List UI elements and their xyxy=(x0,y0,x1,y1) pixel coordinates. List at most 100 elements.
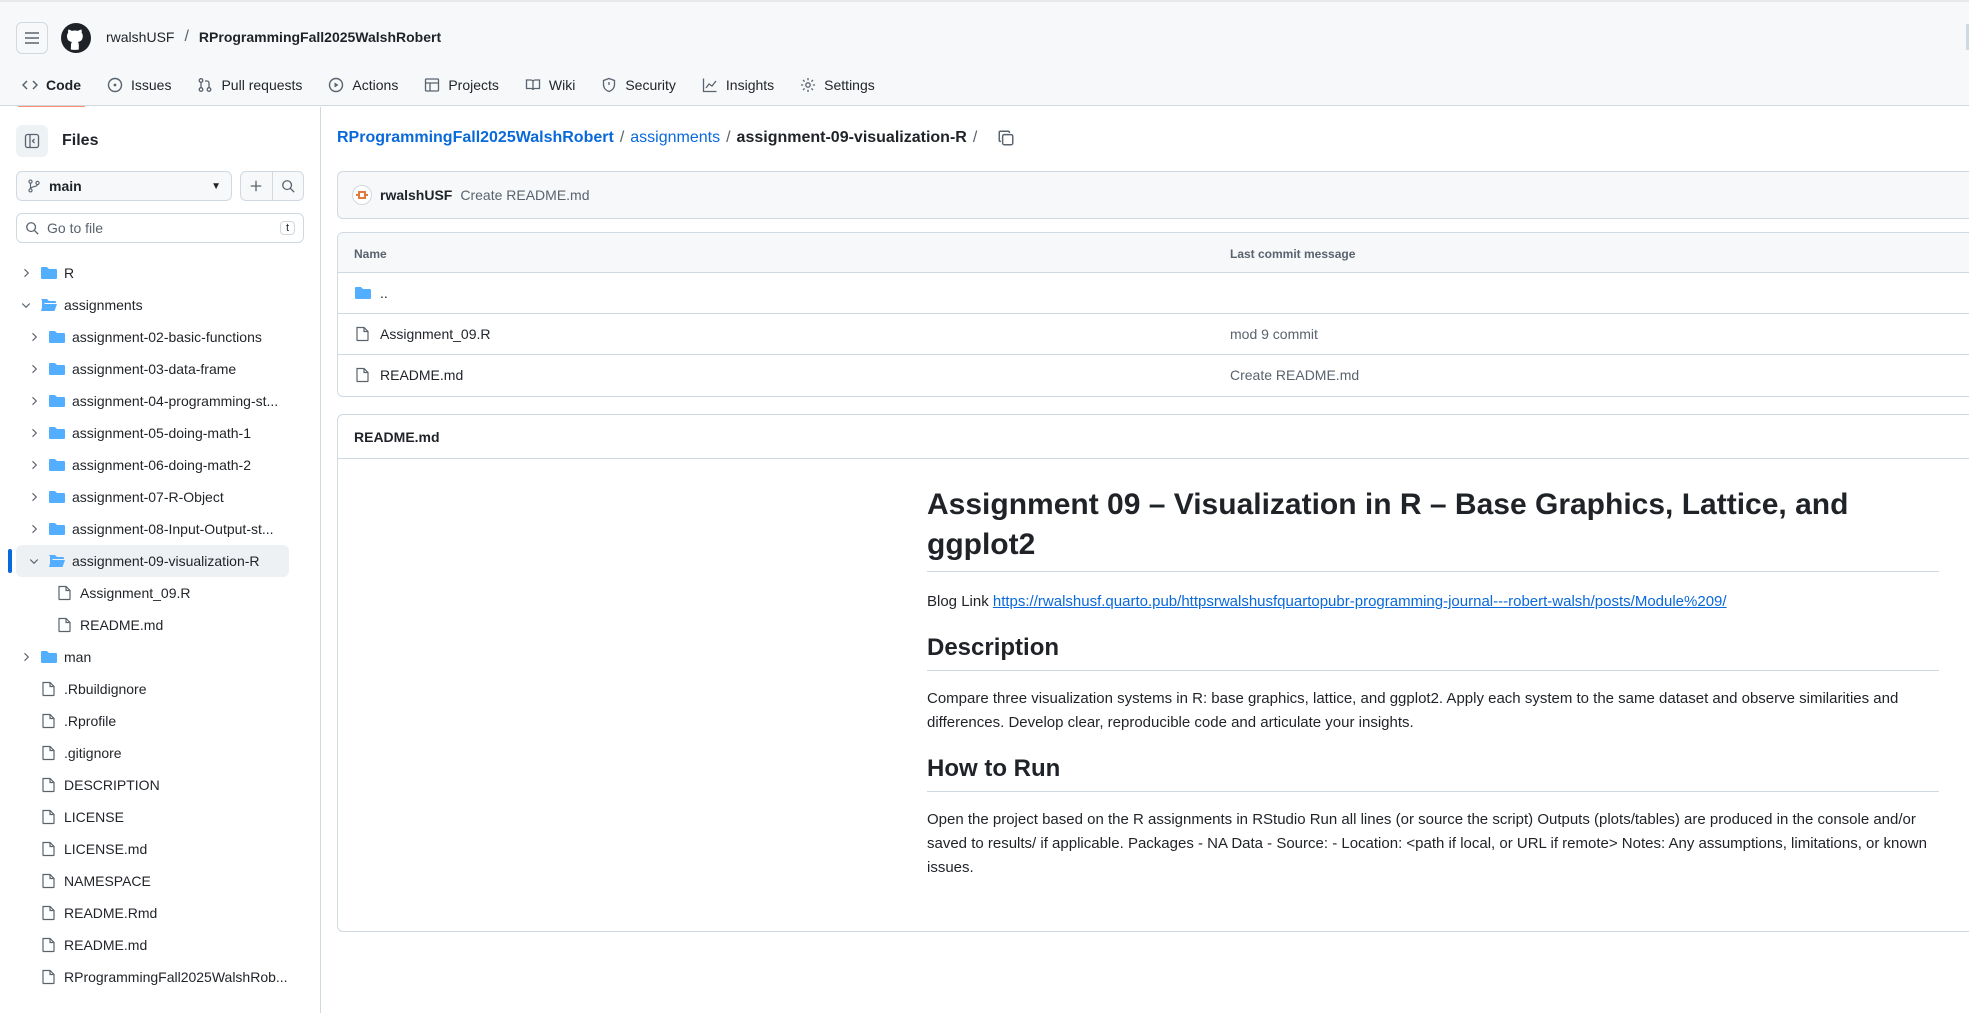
tree-file-item[interactable]: RProgrammingFall2025WalshRob... xyxy=(0,961,321,993)
owner-link[interactable]: rwalshUSF xyxy=(106,29,174,45)
file-icon xyxy=(56,617,74,633)
how-to-run-text: Open the project based on the R assignme… xyxy=(927,811,1927,876)
blog-link[interactable]: https://rwalshusf.quarto.pub/httpsrwalsh… xyxy=(993,593,1727,610)
chevron-right-icon[interactable] xyxy=(26,361,42,377)
copy-icon[interactable] xyxy=(997,129,1015,147)
chevron-right-icon[interactable] xyxy=(26,329,42,345)
tree-item-label: assignment-05-doing-math-1 xyxy=(72,425,251,441)
tab-insights[interactable]: Insights xyxy=(692,68,784,102)
tree-file-item[interactable]: LICENSE.md xyxy=(0,833,321,865)
readme-header[interactable]: README.md xyxy=(338,415,1969,459)
tree-item-label: .Rprofile xyxy=(64,713,117,729)
chevron-down-icon[interactable] xyxy=(18,297,34,313)
add-file-button[interactable] xyxy=(241,172,273,200)
chevron-right-icon[interactable] xyxy=(26,393,42,409)
folder-icon xyxy=(355,287,371,299)
chevron-right-icon[interactable] xyxy=(26,425,42,441)
commit-message[interactable]: Create README.md xyxy=(460,187,589,203)
tree-file-item[interactable]: DESCRIPTION xyxy=(0,769,321,801)
table-row[interactable]: README.md Create README.md xyxy=(338,355,1969,396)
tree-folder-item[interactable]: assignments xyxy=(0,289,321,321)
github-logo-icon[interactable] xyxy=(60,22,92,54)
tab-label: Wiki xyxy=(548,77,576,93)
chevron-right-icon[interactable] xyxy=(26,521,42,537)
tree-item-label: assignment-02-basic-functions xyxy=(72,329,262,345)
tree-folder-item[interactable]: man xyxy=(0,641,321,673)
tab-issues[interactable]: Issues xyxy=(97,68,181,102)
tree-item-label: assignment-09-visualization-R xyxy=(72,553,260,569)
chevron-right-icon[interactable] xyxy=(26,489,42,505)
repo-nav: Code Issues Pull requests Actions Projec… xyxy=(12,68,885,108)
file-name[interactable]: README.md xyxy=(380,367,463,383)
tree-item-label: assignment-07-R-Object xyxy=(72,489,224,505)
file-icon xyxy=(40,873,58,889)
file-icon xyxy=(40,681,58,697)
file-icon xyxy=(40,841,58,857)
tree-file-item[interactable]: README.md xyxy=(0,929,321,961)
file-commit-message[interactable]: mod 9 commit xyxy=(1230,326,1318,342)
tab-pull-requests[interactable]: Pull requests xyxy=(187,68,312,102)
tab-actions[interactable]: Actions xyxy=(318,68,408,102)
tree-item-label: README.md xyxy=(64,937,148,953)
breadcrumb-separator: / xyxy=(726,129,731,146)
table-row-parent[interactable]: .. xyxy=(338,273,1969,314)
file-name[interactable]: .. xyxy=(380,285,388,301)
tree-file-item[interactable]: .Rbuildignore xyxy=(0,673,321,705)
tab-wiki[interactable]: Wiki xyxy=(515,68,585,102)
tree-item-label: R xyxy=(64,265,75,281)
tree-item-label: assignment-04-programming-st... xyxy=(72,393,279,409)
readme-content: Assignment 09 – Visualization in R – Bas… xyxy=(927,485,1939,890)
tree-folder-item[interactable]: assignment-04-programming-st... xyxy=(0,385,321,417)
tree-folder-item[interactable]: R xyxy=(0,257,321,289)
tree-item-label: .gitignore xyxy=(64,745,122,761)
table-header: Name Last commit message xyxy=(338,233,1969,273)
collapse-sidebar-button[interactable] xyxy=(16,125,48,157)
tree-folder-item[interactable]: assignment-09-visualization-R xyxy=(0,545,321,577)
commit-author[interactable]: rwalshUSF xyxy=(380,187,452,203)
tab-settings[interactable]: Settings xyxy=(790,68,885,102)
avatar[interactable] xyxy=(352,185,372,205)
tree-file-item[interactable]: README.Rmd xyxy=(0,897,321,929)
tree-item-label: LICENSE xyxy=(64,809,124,825)
search-icon xyxy=(26,222,39,235)
search-files-button[interactable] xyxy=(273,172,304,200)
tree-item-label: .Rbuildignore xyxy=(64,681,147,697)
tree-folder-item[interactable]: assignment-07-R-Object xyxy=(0,481,321,513)
file-commit-message[interactable]: Create README.md xyxy=(1230,367,1359,383)
git-pull-request-icon xyxy=(199,78,212,92)
chevron-down-icon[interactable] xyxy=(26,553,42,569)
folder-icon xyxy=(40,649,58,665)
tree-file-item[interactable]: NAMESPACE xyxy=(0,865,321,897)
table-row[interactable]: Assignment_09.R mod 9 commit xyxy=(338,314,1969,355)
menu-button[interactable] xyxy=(16,22,48,54)
tree-file-item[interactable]: .Rprofile xyxy=(0,705,321,737)
tree-item-label: README.md xyxy=(80,617,164,633)
go-to-file-input[interactable]: Go to file t xyxy=(16,213,304,243)
tree-file-item[interactable]: .gitignore xyxy=(0,737,321,769)
chevron-right-icon[interactable] xyxy=(18,265,34,281)
tree-folder-item[interactable]: assignment-02-basic-functions xyxy=(0,321,321,353)
chevron-right-icon[interactable] xyxy=(26,457,42,473)
book-icon xyxy=(525,79,541,91)
tree-folder-item[interactable]: assignment-06-doing-math-2 xyxy=(0,449,321,481)
tab-code[interactable]: Code xyxy=(12,68,91,108)
file-name[interactable]: Assignment_09.R xyxy=(380,326,491,342)
tab-projects[interactable]: Projects xyxy=(414,68,509,102)
branch-selector[interactable]: main ▼ xyxy=(16,171,232,201)
tree-folder-item[interactable]: assignment-08-Input-Output-st... xyxy=(0,513,321,545)
breadcrumb-repo-link[interactable]: RProgrammingFall2025WalshRobert xyxy=(337,129,614,147)
tree-item-label: assignments xyxy=(64,297,143,313)
chevron-right-icon[interactable] xyxy=(18,649,34,665)
tree-folder-item[interactable]: assignment-03-data-frame xyxy=(0,353,321,385)
file-icon xyxy=(40,809,58,825)
tab-security[interactable]: Security xyxy=(591,68,686,102)
tree-folder-item[interactable]: assignment-05-doing-math-1 xyxy=(0,417,321,449)
tab-label: Insights xyxy=(725,77,775,93)
repo-link[interactable]: RProgrammingFall2025WalshRobert xyxy=(199,29,441,45)
tree-file-item[interactable]: README.md xyxy=(0,609,321,641)
selected-row-indicator xyxy=(8,549,12,573)
tree-file-item[interactable]: Assignment_09.R xyxy=(0,577,321,609)
search-icon xyxy=(281,180,295,193)
tree-file-item[interactable]: LICENSE xyxy=(0,801,321,833)
breadcrumb-folder-link[interactable]: assignments xyxy=(630,129,720,147)
